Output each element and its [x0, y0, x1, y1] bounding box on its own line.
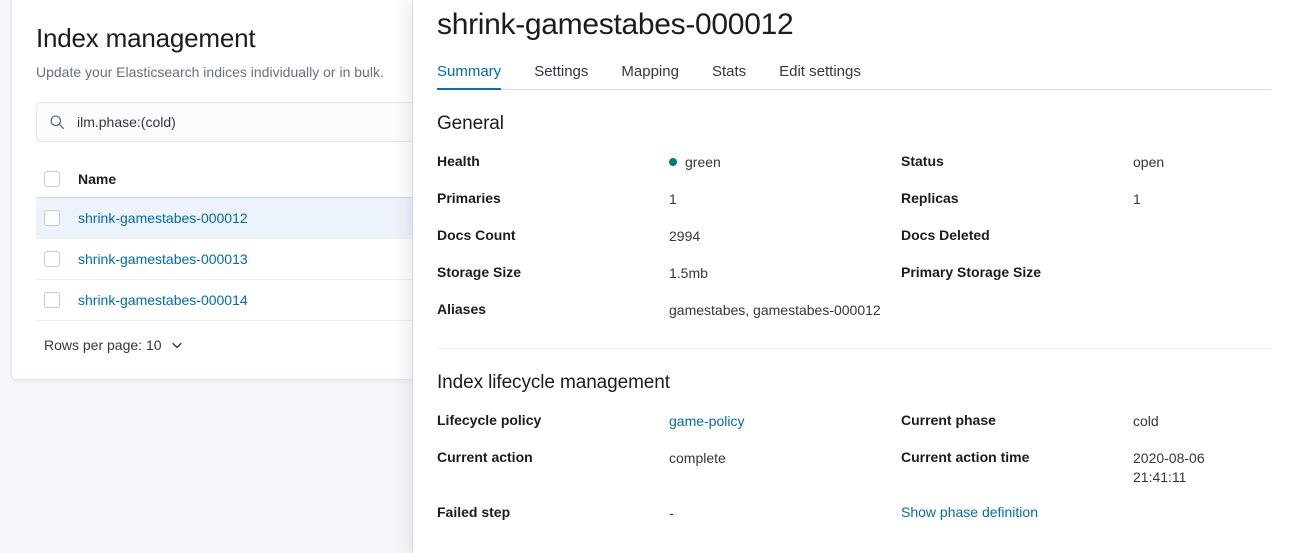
value-current-phase: cold — [1133, 404, 1271, 441]
label-primaries: Primaries — [437, 182, 669, 219]
value-docs-count: 2994 — [669, 219, 901, 256]
spacer-cell — [1133, 496, 1271, 533]
chevron-down-icon[interactable] — [170, 338, 184, 352]
flyout-body: General Health green Status open Primari… — [413, 113, 1295, 534]
value-replicas: 1 — [1133, 182, 1271, 219]
label-current-phase: Current phase — [901, 404, 1133, 441]
row-checkbox[interactable] — [44, 210, 60, 226]
value-primaries: 1 — [669, 182, 901, 219]
value-primary-storage-size — [1133, 256, 1271, 293]
ilm-section-title: Index lifecycle management — [437, 372, 1271, 394]
label-docs-count: Docs Count — [437, 219, 669, 256]
health-value-text: green — [685, 153, 721, 173]
value-storage-size: 1.5mb — [669, 256, 901, 293]
flyout-title: shrink-gamestabes-000012 — [437, 0, 1271, 44]
spacer-cell — [1133, 293, 1271, 330]
health-dot-icon — [669, 158, 677, 166]
rows-per-page-button[interactable]: Rows per page: 10 — [44, 337, 162, 353]
ilm-section-grid: Lifecycle policy game-policy Current pha… — [437, 404, 1271, 534]
section-divider — [437, 348, 1271, 349]
label-primary-storage-size: Primary Storage Size — [901, 256, 1133, 293]
tab-settings[interactable]: Settings — [534, 63, 588, 89]
select-all-checkbox[interactable] — [44, 171, 60, 187]
spacer-cell — [901, 293, 1133, 330]
label-docs-deleted: Docs Deleted — [901, 219, 1133, 256]
value-failed-step: - — [669, 496, 901, 533]
general-section-grid: Health green Status open Primaries 1 Rep… — [437, 145, 1271, 330]
value-status: open — [1133, 145, 1271, 182]
tab-summary[interactable]: Summary — [437, 63, 501, 89]
value-health: green — [669, 145, 901, 182]
label-current-action: Current action — [437, 441, 669, 478]
tab-edit-settings[interactable]: Edit settings — [779, 63, 861, 89]
value-current-action-time: 2020-08-06 21:41:11 — [1133, 441, 1271, 497]
label-status: Status — [901, 145, 1133, 182]
row-checkbox[interactable] — [44, 251, 60, 267]
tab-mapping[interactable]: Mapping — [621, 63, 679, 89]
label-failed-step: Failed step — [437, 496, 669, 533]
index-detail-flyout: shrink-gamestabes-000012 Summary Setting… — [412, 0, 1295, 553]
search-icon — [49, 114, 65, 130]
label-storage-size: Storage Size — [437, 256, 669, 293]
tab-stats[interactable]: Stats — [712, 63, 746, 89]
label-replicas: Replicas — [901, 182, 1133, 219]
show-phase-definition-link[interactable]: Show phase definition — [901, 496, 1133, 528]
label-current-action-time: Current action time — [901, 441, 1133, 478]
flyout-header: shrink-gamestabes-000012 Summary Setting… — [413, 0, 1295, 90]
value-docs-deleted — [1133, 219, 1271, 256]
label-lifecycle-policy: Lifecycle policy — [437, 404, 669, 441]
label-aliases: Aliases — [437, 293, 669, 330]
value-current-action: complete — [669, 441, 901, 478]
row-checkbox[interactable] — [44, 292, 60, 308]
value-aliases: gamestabes, gamestabes-000012 — [669, 293, 901, 330]
search-input[interactable]: ilm.phase:(cold) — [77, 114, 176, 130]
flyout-tabs: Summary Settings Mapping Stats Edit sett… — [437, 56, 1271, 90]
label-health: Health — [437, 145, 669, 182]
general-section-title: General — [437, 113, 1271, 135]
lifecycle-policy-link[interactable]: game-policy — [669, 404, 901, 441]
